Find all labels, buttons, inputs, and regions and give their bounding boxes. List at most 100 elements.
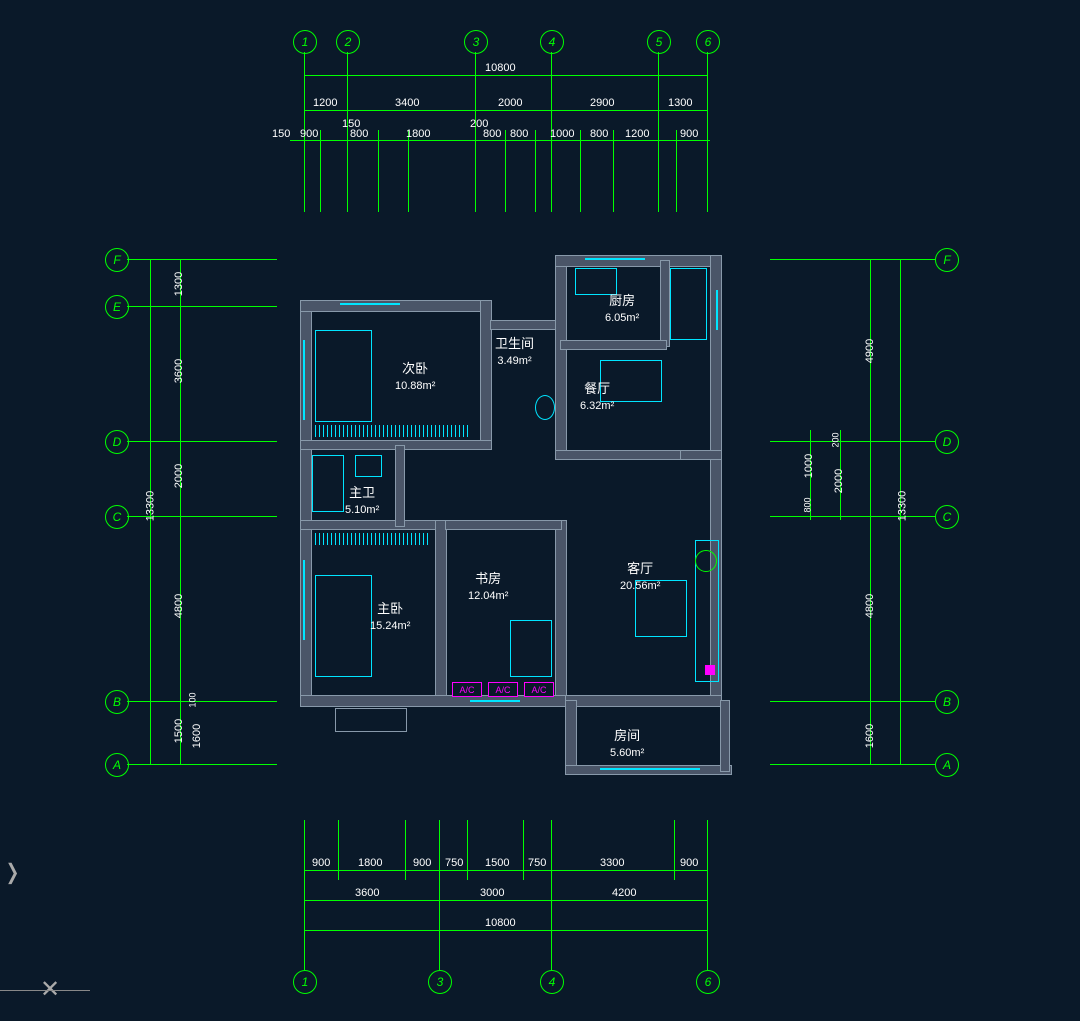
toilet-icon — [535, 395, 555, 420]
grid-bubble-F-right: F — [935, 248, 959, 272]
grid-bubble-E-left: E — [105, 295, 129, 319]
dim-text: 4800 — [864, 594, 876, 618]
wardrobe — [315, 533, 430, 545]
grid-bubble-C-right: C — [935, 505, 959, 529]
dim-text: 2900 — [590, 97, 614, 109]
dim-text: 1000 — [550, 128, 574, 140]
balcony — [335, 708, 407, 732]
grid-line — [505, 130, 506, 212]
dim-text: 1800 — [406, 128, 430, 140]
grid-bubble-B-left: B — [105, 690, 129, 714]
grid-bubble-F-left: F — [105, 248, 129, 272]
dim-text: 3400 — [395, 97, 419, 109]
room-living: 客厅20.56m² — [620, 558, 660, 592]
ac-unit: A/C — [524, 682, 554, 697]
grid-line — [127, 764, 277, 765]
dim-text: 150 — [272, 128, 290, 140]
grid-line — [405, 820, 406, 880]
dim-text: 750 — [445, 857, 463, 869]
dim-text: 3300 — [600, 857, 624, 869]
grid-bubble-D-left: D — [105, 430, 129, 454]
plant-icon — [695, 550, 717, 572]
dim-text: 1200 — [313, 97, 337, 109]
grid-line — [770, 516, 935, 517]
grid-line — [613, 130, 614, 212]
grid-bubble-7-top: 6 — [696, 30, 720, 54]
bed-secondary — [315, 330, 372, 422]
desk — [510, 620, 552, 677]
grid-bubble-1-top: 1 — [293, 30, 317, 54]
wall — [555, 255, 717, 267]
dim-text: 1300 — [173, 272, 185, 296]
dim-total-right: 13300 — [896, 491, 908, 522]
dim-text: 900 — [312, 857, 330, 869]
dim-text: 800 — [803, 497, 813, 512]
grid-line — [707, 820, 708, 970]
dim-text: 2000 — [498, 97, 522, 109]
grid-line — [770, 701, 935, 702]
window — [470, 700, 520, 702]
wall — [555, 255, 567, 452]
dim-text: 3600 — [355, 887, 379, 899]
basin — [355, 455, 382, 477]
dim-text: 100 — [188, 692, 198, 707]
grid-bubble-6-top: 5 — [647, 30, 671, 54]
grid-line — [304, 820, 305, 970]
wall — [300, 300, 482, 312]
dim-text: 4800 — [173, 594, 185, 618]
dim-line — [304, 930, 707, 931]
dim-text: 800 — [590, 128, 608, 140]
grid-bubble-B-right: B — [935, 690, 959, 714]
dim-line — [304, 870, 707, 871]
wall — [565, 695, 722, 707]
dim-text: 1500 — [173, 719, 185, 743]
grid-line — [770, 441, 935, 442]
dim-text: 4900 — [864, 339, 876, 363]
dim-text: 1600 — [191, 724, 203, 748]
dim-total-top: 10800 — [485, 62, 516, 74]
wall — [555, 520, 567, 702]
grid-line — [674, 820, 675, 880]
marker-icon — [705, 665, 715, 675]
window — [303, 340, 305, 420]
wardrobe — [315, 425, 470, 437]
counter — [670, 268, 707, 340]
cursor-icon: ⟩ — [5, 859, 21, 887]
dim-text: 3600 — [173, 359, 185, 383]
grid-line — [320, 130, 321, 212]
grid-line — [551, 820, 552, 970]
grid-bubble-1-bot: 1 — [293, 970, 317, 994]
grid-line — [535, 130, 536, 212]
grid-bubble-3-bot: 3 — [428, 970, 452, 994]
grid-bubble-2-top: 2 — [336, 30, 360, 54]
dim-text: 200 — [831, 432, 841, 447]
dim-text: 1200 — [625, 128, 649, 140]
room-master-bedroom: 主卧15.24m² — [370, 598, 410, 632]
shower — [312, 455, 344, 512]
dim-text: 800 — [350, 128, 368, 140]
grid-bubble-C-left: C — [105, 505, 129, 529]
dim-text: 900 — [413, 857, 431, 869]
grid-line — [770, 259, 935, 260]
wall — [565, 765, 732, 775]
cad-floor-plan: 1 2 3 4 5 6 10800 1200 3400 2000 2900 13… — [0, 0, 1080, 1021]
room-kitchen: 厨房6.05m² — [605, 290, 639, 324]
wall — [300, 300, 312, 702]
grid-bubble-A-right: A — [935, 753, 959, 777]
dim-text: 1300 — [668, 97, 692, 109]
wall — [555, 450, 687, 460]
window — [716, 290, 718, 330]
dim-text: 900 — [300, 128, 318, 140]
grid-line — [347, 52, 348, 212]
wall — [435, 520, 447, 702]
grid-line — [378, 130, 379, 212]
dim-text: 900 — [680, 857, 698, 869]
dim-text: 1000 — [803, 454, 815, 478]
room-master-bath: 主卫5.10m² — [345, 482, 379, 516]
bed-master — [315, 575, 372, 677]
grid-line — [676, 130, 677, 212]
grid-bubble-D-right: D — [935, 430, 959, 454]
window — [303, 560, 305, 640]
grid-line — [467, 820, 468, 880]
wall — [720, 700, 730, 772]
